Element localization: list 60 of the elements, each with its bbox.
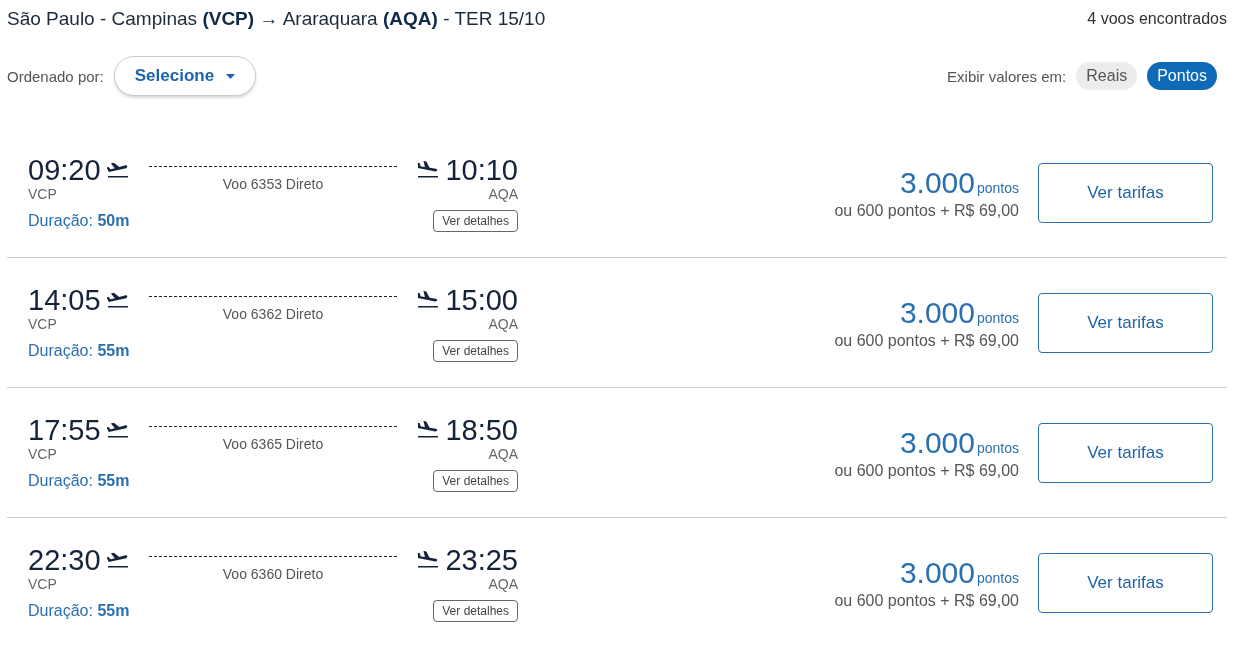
alternative-price: ou 600 pontos + R$ 69,00 — [834, 591, 1019, 610]
plane-takeoff-icon — [106, 550, 129, 569]
departure-code: VCP — [28, 185, 57, 202]
flight-count: 4 voos encontrados — [1087, 10, 1227, 28]
duration: Duração: 50m — [28, 211, 130, 230]
details-button[interactable]: Ver detalhes — [433, 469, 518, 492]
flight-number: Voo 6353 Direto — [222, 175, 324, 192]
arrival-time: 10:10 — [445, 153, 518, 186]
arrival-time: 18:50 — [445, 413, 518, 446]
duration: Duração: 55m — [28, 471, 130, 490]
flight-number: Voo 6360 Direto — [222, 565, 324, 582]
currency-toggle[interactable]: Reais — [1076, 62, 1138, 90]
plane-landing-icon — [417, 290, 440, 309]
alternative-price: ou 600 pontos + R$ 69,00 — [834, 331, 1019, 350]
plane-takeoff-icon — [106, 420, 129, 439]
flight-number: Voo 6365 Direto — [222, 435, 324, 452]
alternative-price: ou 600 pontos + R$ 69,00 — [834, 461, 1019, 480]
duration: Duração: 55m — [28, 341, 130, 360]
departure-code: VCP — [28, 575, 57, 592]
details-button[interactable]: Ver detalhes — [433, 209, 518, 232]
departure-time: 09:20 — [28, 153, 101, 186]
route-title: São Paulo - Campinas (VCP) → Araraquara (AQA) - TER 15/10 — [7, 8, 546, 30]
fares-button[interactable]: Ver tarifas — [1038, 162, 1213, 223]
currency-toggle[interactable]: Pontos — [1147, 62, 1217, 90]
arrival-time: 23:25 — [445, 543, 518, 576]
sort-dropdown[interactable]: Selecione — [113, 56, 257, 96]
departure-code: VCP — [28, 315, 57, 332]
departure-code: VCP — [28, 445, 57, 462]
plane-takeoff-icon — [106, 290, 129, 309]
points-price: 3.000 — [899, 555, 975, 590]
details-button[interactable]: Ver detalhes — [433, 599, 518, 622]
arrival-code: AQA — [488, 185, 518, 202]
points-price: 3.000 — [899, 165, 975, 200]
flight-number: Voo 6362 Direto — [222, 305, 324, 322]
arrival-time: 15:00 — [445, 283, 518, 316]
departure-time: 14:05 — [28, 283, 101, 316]
plane-landing-icon — [417, 550, 440, 569]
display-label: Exibir valores em: — [947, 67, 1067, 85]
fares-button[interactable]: Ver tarifas — [1038, 292, 1213, 353]
departure-time: 22:30 — [28, 543, 101, 576]
alternative-price: ou 600 pontos + R$ 69,00 — [834, 201, 1019, 220]
plane-landing-icon — [417, 160, 440, 179]
arrival-code: AQA — [488, 445, 518, 462]
points-unit: pontos — [976, 179, 1019, 196]
arrival-code: AQA — [488, 315, 518, 332]
plane-landing-icon — [417, 420, 440, 439]
points-unit: pontos — [976, 439, 1019, 456]
plane-takeoff-icon — [106, 160, 129, 179]
points-unit: pontos — [976, 309, 1019, 326]
fares-button[interactable]: Ver tarifas — [1038, 422, 1213, 483]
caret-icon — [226, 73, 236, 79]
points-price: 3.000 — [899, 425, 975, 460]
points-unit: pontos — [976, 569, 1019, 586]
points-price: 3.000 — [899, 295, 975, 330]
arrival-code: AQA — [488, 575, 518, 592]
sort-label: Ordenado por: — [7, 67, 104, 85]
departure-time: 17:55 — [28, 413, 101, 446]
duration: Duração: 55m — [28, 601, 130, 620]
details-button[interactable]: Ver detalhes — [433, 339, 518, 362]
fares-button[interactable]: Ver tarifas — [1038, 552, 1213, 613]
